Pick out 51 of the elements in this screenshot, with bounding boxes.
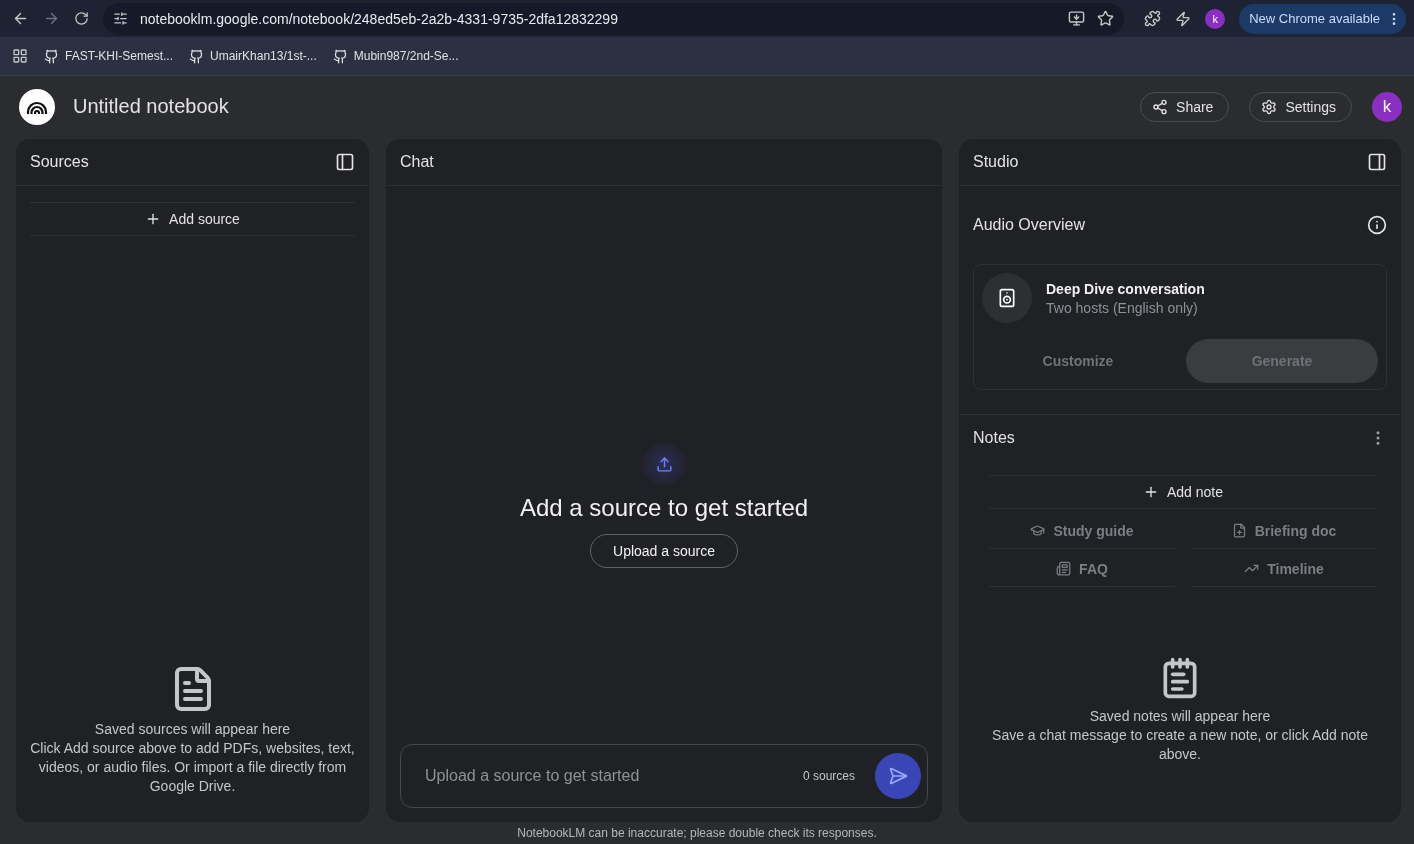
github-icon [189, 48, 205, 64]
site-settings-icon[interactable] [113, 11, 128, 26]
info-icon[interactable] [1367, 215, 1387, 235]
panel-title: Studio [973, 153, 1019, 171]
user-avatar[interactable]: k [1372, 91, 1402, 122]
disclaimer-text: NotebookLM can be inaccurate; please double check its responses. [516, 825, 878, 842]
install-app-icon[interactable] [1068, 10, 1086, 27]
empty-text: Click Add source above to add PDFs, websites, text, videos, or audio files. Or import a file directly from Google Drive. [29, 739, 356, 796]
chat-heading: Add a source to get started [519, 494, 809, 522]
empty-text: Save a chat message to create a new note, or click Add note above. [991, 726, 1369, 764]
document-plus-icon [1231, 523, 1247, 538]
address-bar[interactable]: notebooklm.google.com/notebook/248ed5eb-2a2b-4331-9735-2dfa12832299 [103, 2, 1125, 35]
back-icon[interactable] [12, 10, 29, 27]
reload-icon[interactable] [74, 11, 89, 26]
upload-icon [642, 442, 686, 486]
source-count: 0 sources [802, 769, 855, 783]
chat-input-field[interactable]: Upload a source to get started [423, 766, 783, 786]
settings-icon [1261, 98, 1278, 115]
speaker-icon [982, 273, 1032, 323]
update-button[interactable]: New Chrome available [1239, 3, 1406, 34]
github-icon [332, 48, 348, 64]
github-icon [44, 48, 59, 64]
bolt-icon[interactable] [1175, 10, 1192, 27]
empty-title: Saved sources will appear here [94, 721, 291, 737]
card-title: Deep Dive conversation [1046, 280, 1205, 297]
apps-grid-icon[interactable] [12, 48, 28, 64]
send-icon [888, 766, 908, 786]
section-title: Audio Overview [973, 216, 1086, 234]
collapse-panel-icon[interactable] [1367, 152, 1387, 172]
collapse-panel-icon[interactable] [335, 152, 355, 172]
add-note-button[interactable]: Add note [989, 475, 1377, 509]
empty-title: Saved notes will appear here [1089, 708, 1271, 724]
bookmark-link[interactable]: UmairKhan13/1st-... [189, 48, 317, 64]
section-title: Notes [973, 429, 1015, 447]
bookmark-star-icon[interactable] [1097, 10, 1115, 27]
profile-avatar[interactable]: k [1205, 8, 1226, 29]
list-document-icon [1056, 561, 1072, 576]
panel-title: Chat [400, 153, 434, 171]
send-button[interactable] [875, 753, 921, 799]
url-text: notebooklm.google.com/notebook/248ed5eb-2a2b-4331-9735-2dfa12832299 [140, 10, 619, 27]
add-source-button[interactable]: Add source [30, 202, 355, 236]
panel-title: Sources [30, 153, 89, 171]
forward-icon[interactable] [43, 10, 60, 27]
card-subtitle: Two hosts (English only) [1046, 299, 1199, 316]
notebook-title[interactable]: Untitled notebook [73, 95, 1123, 118]
notebook-logo[interactable] [19, 88, 55, 125]
extensions-icon[interactable] [1144, 10, 1162, 27]
bookmark-link[interactable]: FAST-KHI-Semest... [44, 48, 174, 64]
bookmark-link[interactable]: Mubin987/2nd-Se... [332, 48, 459, 64]
share-icon [1152, 98, 1169, 115]
graduation-cap-icon [1030, 523, 1046, 538]
